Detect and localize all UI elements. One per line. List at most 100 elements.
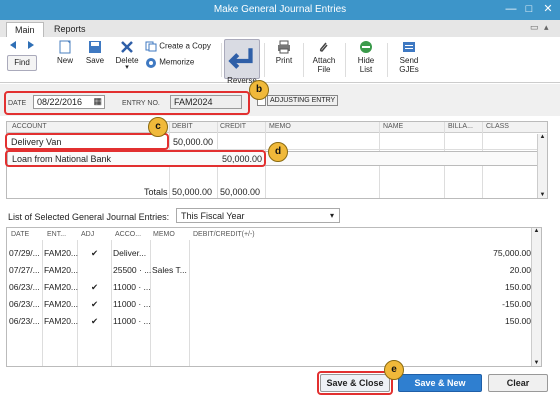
period-filter-value: This Fiscal Year: [181, 211, 245, 221]
highlight-date-entry: [4, 91, 250, 115]
col-memo[interactable]: MEMO: [269, 123, 291, 130]
highlight-credit-line: [5, 150, 266, 167]
send-gjes-button[interactable]: Send GJEs: [396, 40, 422, 74]
item-account: Deliver...: [113, 248, 147, 258]
delete-button[interactable]: Delete ▾: [113, 40, 141, 71]
attach-label-1: Attach: [312, 56, 336, 65]
list-col-adj[interactable]: ADJ: [81, 231, 94, 238]
delete-dropdown-icon[interactable]: ▾: [113, 64, 141, 71]
minimize-button[interactable]: —: [504, 2, 518, 16]
item-entry: FAM20...: [44, 282, 79, 292]
reverse-button[interactable]: Reverse: [224, 39, 260, 85]
chevron-down-icon: ▾: [329, 211, 334, 220]
check-icon: ✔: [91, 248, 99, 258]
attach-label-2: File: [317, 65, 331, 74]
highlight-debit-line: [5, 133, 169, 150]
delete-icon: [121, 41, 133, 53]
memorize-icon: [146, 58, 156, 68]
total-debit: 50,000.00: [172, 187, 213, 197]
col-debit[interactable]: DEBIT: [172, 123, 193, 130]
toolbar-divider: [387, 43, 388, 77]
close-button[interactable]: ✕: [541, 2, 555, 16]
item-amount: -150.00: [502, 299, 531, 309]
list-item[interactable]: 07/29/... FAM20... ✔ Deliver... 75,000.0…: [7, 245, 541, 262]
new-icon: [59, 40, 71, 54]
title-bar: Make General Journal Entries — □ ✕: [0, 0, 560, 20]
col-class[interactable]: CLASS: [486, 123, 509, 130]
item-amount: 20.00: [509, 265, 531, 275]
create-copy-label: Create a Copy: [159, 41, 211, 51]
callout-d: d: [268, 142, 288, 162]
save-icon: [89, 41, 101, 53]
item-amount: 150.00: [505, 316, 531, 326]
period-filter-select[interactable]: This Fiscal Year ▾: [176, 208, 340, 223]
col-credit[interactable]: CREDIT: [220, 123, 246, 130]
tab-main[interactable]: Main: [6, 22, 44, 37]
list-col-entry[interactable]: ENT...: [47, 231, 66, 238]
toolbar: Find New Save Delete ▾ Create a Copy Mem…: [0, 37, 560, 85]
nav-arrows-icon[interactable]: [8, 39, 36, 51]
toolbar-divider: [345, 43, 346, 77]
print-button[interactable]: Print: [272, 40, 296, 65]
list-scrollbar[interactable]: ▲ ▼: [531, 228, 541, 366]
callout-e: e: [384, 360, 404, 380]
find-button[interactable]: Find: [7, 55, 37, 71]
item-date: 07/29/...: [9, 248, 40, 258]
create-copy-button[interactable]: Create a Copy: [145, 41, 225, 53]
check-icon: ✔: [91, 299, 99, 309]
tab-reports[interactable]: Reports: [46, 22, 94, 37]
maximize-button[interactable]: □: [522, 2, 536, 16]
attach-file-button[interactable]: Attach File: [311, 40, 337, 74]
clear-button[interactable]: Clear: [488, 374, 548, 392]
item-entry: FAM20...: [44, 299, 79, 309]
copy-icon: [145, 41, 157, 52]
check-icon: ✔: [91, 282, 99, 292]
item-date: 06/23/...: [9, 282, 40, 292]
scroll-down-icon[interactable]: ▼: [532, 360, 541, 366]
list-item[interactable]: 07/27/... FAM20... 25500 · ... Sales T..…: [7, 262, 541, 279]
restore-icon[interactable]: ▭: [530, 22, 540, 32]
reverse-icon: [228, 48, 253, 69]
paperclip-icon: [319, 42, 328, 52]
send-label-1: Send: [399, 56, 419, 65]
item-account: 11000 · ...: [113, 282, 151, 292]
item-entry: FAM20...: [44, 316, 79, 326]
hide-list-icon: [360, 41, 372, 53]
list-item[interactable]: 06/23/... FAM20... ✔ 11000 · ... 150.00: [7, 279, 541, 296]
col-billable[interactable]: BILLA...: [448, 123, 473, 130]
list-col-amount[interactable]: DEBIT/CREDIT(+/-): [193, 231, 255, 238]
item-date: 06/23/...: [9, 316, 40, 326]
entries-list-label: List of Selected General Journal Entries…: [8, 212, 170, 222]
list-col-memo[interactable]: MEMO: [153, 231, 175, 238]
total-credit: 50,000.00: [220, 187, 261, 197]
list-item[interactable]: 06/23/... FAM20... ✔ 11000 · ... 150.00: [7, 313, 541, 330]
scroll-up-icon[interactable]: ▲: [532, 228, 541, 234]
hide-label-1: Hide: [357, 56, 375, 65]
save-label: Save: [85, 56, 105, 65]
print-label: Print: [275, 56, 293, 65]
item-entry: FAM20...: [44, 265, 79, 275]
hide-list-button[interactable]: Hide List: [354, 40, 378, 74]
list-col-date[interactable]: DATE: [11, 231, 29, 238]
printer-icon: [278, 40, 290, 54]
col-account[interactable]: ACCOUNT: [12, 123, 47, 130]
row-debit[interactable]: 50,000.00: [173, 137, 213, 147]
item-account: 11000 · ...: [113, 316, 151, 326]
grid-header: ACCOUNT DEBIT CREDIT MEMO NAME BILLA... …: [7, 122, 547, 133]
totals-label: Totals: [144, 187, 168, 197]
list-item[interactable]: 06/23/... FAM20... ✔ 11000 · ... -150.00: [7, 296, 541, 313]
collapse-icon[interactable]: ▴: [544, 22, 554, 32]
new-button[interactable]: New: [54, 40, 76, 65]
item-amount: 150.00: [505, 282, 531, 292]
item-account: 25500 · ...: [113, 265, 152, 275]
item-date: 06/23/...: [9, 299, 40, 309]
callout-c: c: [148, 117, 168, 137]
save-new-button[interactable]: Save & New: [398, 374, 482, 392]
list-col-account[interactable]: ACCO...: [115, 231, 141, 238]
scroll-up-icon[interactable]: ▲: [538, 134, 547, 140]
memorize-button[interactable]: Memorize: [145, 57, 225, 69]
item-entry: FAM20...: [44, 248, 79, 258]
col-name[interactable]: NAME: [383, 123, 403, 130]
save-button[interactable]: Save: [84, 40, 106, 65]
item-memo: Sales T...: [152, 265, 187, 275]
